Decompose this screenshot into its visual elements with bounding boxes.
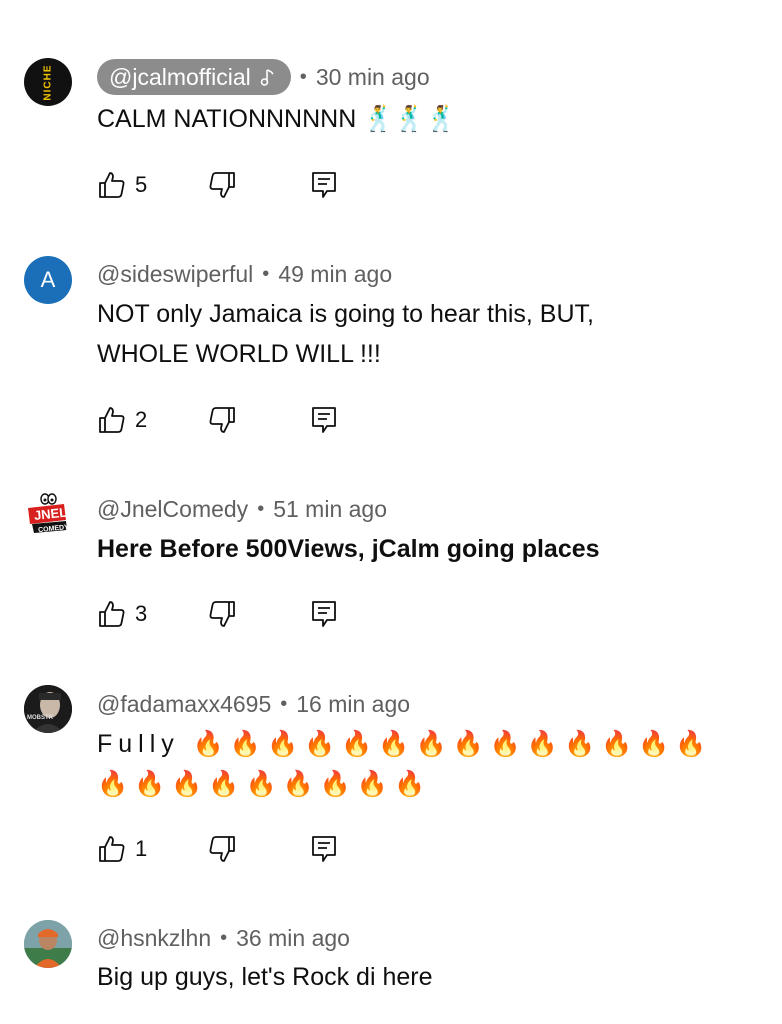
avatar-initial: A — [40, 267, 56, 292]
comment-actions: 5 — [97, 168, 339, 202]
comment-meta: @hsnkzlhn • 36 min ago — [97, 920, 350, 956]
avatar[interactable] — [24, 920, 72, 968]
comment-actions: 3 — [97, 597, 339, 631]
profile-photo — [24, 920, 72, 968]
separator-dot: • — [257, 497, 265, 520]
separator-dot: • — [262, 262, 270, 285]
thumbs-down-icon[interactable] — [207, 599, 237, 629]
like-count: 1 — [135, 836, 148, 861]
reply-comment-icon[interactable] — [309, 599, 339, 629]
profile-photo: MOBSTR — [24, 685, 72, 733]
comment-meta: @JnelComedy • 51 min ago — [97, 491, 387, 527]
author-name[interactable]: @hsnkzlhn — [97, 925, 211, 952]
comment-time: 49 min ago — [278, 260, 393, 287]
comment-text: Big up guys, let's Rock di here — [97, 963, 433, 991]
comment-text: Fully 🔥🔥🔥🔥🔥🔥🔥🔥🔥🔥🔥🔥🔥🔥 🔥🔥🔥🔥🔥🔥🔥🔥🔥 — [97, 730, 713, 798]
comment-time: 36 min ago — [236, 924, 350, 951]
comment-time: 16 min ago — [296, 690, 411, 717]
comment-text: NOT only Jamaica is going to hear this, … — [97, 300, 594, 368]
author-name[interactable]: @fadamaxx4695 — [97, 691, 271, 718]
thumbs-up-icon[interactable] — [97, 405, 127, 435]
avatar[interactable]: MOBSTR — [24, 685, 72, 733]
thumbs-up-icon[interactable] — [97, 599, 127, 629]
separator-dot: • — [220, 926, 228, 949]
reply-comment-icon[interactable] — [309, 405, 339, 435]
author-name[interactable]: @sideswiperful — [97, 261, 253, 288]
separator-dot: • — [280, 692, 288, 715]
comment-time: 30 min ago — [315, 63, 430, 90]
like-count: 5 — [135, 172, 148, 197]
comment-text: Here Before 500Views, jCalm going places — [97, 535, 600, 563]
thumbs-down-icon[interactable] — [207, 405, 237, 435]
thumbs-down-icon[interactable] — [207, 834, 237, 864]
reply-comment-icon[interactable] — [309, 834, 339, 864]
thumbs-down-icon[interactable] — [207, 170, 237, 200]
avatar[interactable]: NICHE — [24, 58, 72, 106]
avatar-logo-text: NICHE — [42, 63, 54, 101]
comment-time: 51 min ago — [273, 495, 388, 522]
comment-meta: @fadamaxx4695 • 16 min ago — [97, 686, 410, 722]
comment-actions: 1 — [97, 832, 339, 866]
reply-comment-icon[interactable] — [309, 170, 339, 200]
separator-dot: • — [299, 65, 307, 88]
jnel-comedy-logo: JNEL COMEDY — [28, 493, 69, 534]
avatar[interactable]: A — [24, 256, 72, 304]
comment-meta: @sideswiperful • 49 min ago — [97, 256, 392, 292]
comment-actions: 2 — [97, 403, 339, 437]
author-name[interactable]: @JnelComedy — [97, 496, 248, 523]
avatar[interactable]: JNEL COMEDY — [24, 490, 72, 538]
like-count: 3 — [135, 601, 148, 626]
music-note-icon — [259, 67, 277, 87]
svg-text:MOBSTR: MOBSTR — [27, 715, 54, 721]
comment-meta: @jcalmofficial • 30 min ago — [97, 59, 430, 95]
thumbs-up-icon[interactable] — [97, 834, 127, 864]
like-count: 2 — [135, 407, 148, 432]
thumbs-up-icon[interactable] — [97, 170, 127, 200]
comment-text: CALM NATIONNNNNN 🕺🕺🕺 — [97, 105, 457, 133]
author-name: @jcalmofficial — [109, 63, 251, 90]
creator-author-badge[interactable]: @jcalmofficial — [97, 59, 291, 95]
